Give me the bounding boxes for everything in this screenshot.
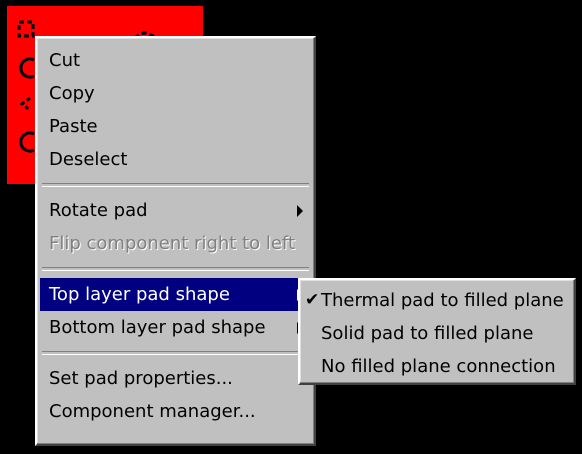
menu-separator xyxy=(42,183,309,187)
menu-item-paste[interactable]: Paste xyxy=(40,110,311,143)
pad-round-icon xyxy=(19,57,35,79)
menu-item-top-layer-pad-shape[interactable]: Top layer pad shape xyxy=(40,278,311,311)
pad-square-icon xyxy=(17,20,35,38)
submenu-item-solid-pad[interactable]: Solid pad to filled plane xyxy=(303,317,571,350)
menu-item-set-pad-properties[interactable]: Set pad properties... xyxy=(40,362,311,395)
submenu-item-no-connection[interactable]: No filled plane connection xyxy=(303,350,571,383)
menu-item-deselect[interactable]: Deselect xyxy=(40,143,311,176)
pad-shape-submenu: ✔ Thermal pad to filled plane Solid pad t… xyxy=(298,278,576,385)
menu-item-rotate-pad[interactable]: Rotate pad xyxy=(40,194,311,227)
submenu-item-thermal-pad[interactable]: ✔ Thermal pad to filled plane xyxy=(303,284,571,317)
menu-item-flip-component: Flip component right to left xyxy=(49,233,296,254)
menu-item-cut[interactable]: Cut xyxy=(40,44,311,77)
menu-item-copy[interactable]: Copy xyxy=(40,77,311,110)
context-menu: Cut Copy Paste Deselect Rotate pad Flip … xyxy=(35,36,316,446)
menu-item-bottom-layer-pad-shape[interactable]: Bottom layer pad shape xyxy=(40,311,311,344)
checkmark-icon: ✔ xyxy=(305,290,320,310)
menu-item-component-manager[interactable]: Component manager... xyxy=(40,395,311,428)
submenu-arrow-icon xyxy=(297,205,303,217)
pad-round-icon xyxy=(19,131,35,153)
menu-separator xyxy=(42,351,309,355)
pad-arc-icon xyxy=(19,96,31,112)
menu-separator xyxy=(42,267,309,271)
